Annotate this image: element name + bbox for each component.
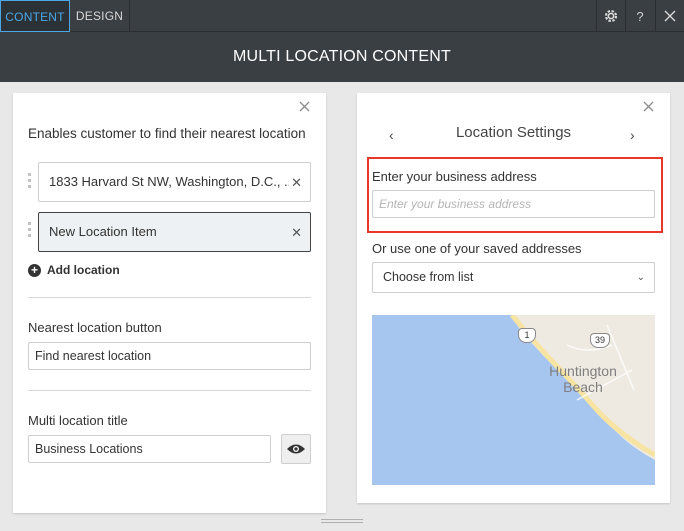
chevron-down-icon: ⌄: [636, 272, 645, 283]
remove-location-icon[interactable]: ✕: [291, 225, 302, 241]
location-item-label: New Location Item: [49, 224, 157, 239]
panel-title: Location Settings: [455, 124, 572, 141]
add-location-label: Add location: [47, 263, 120, 277]
nearest-button-label: Nearest location button: [28, 320, 162, 335]
resize-handle[interactable]: [321, 519, 363, 524]
tab-content[interactable]: CONTENT: [0, 0, 70, 32]
page-title: MULTI LOCATION CONTENT: [0, 32, 684, 82]
top-tab-bar: CONTENT DESIGN ?: [0, 0, 684, 32]
settings-button[interactable]: [596, 0, 625, 32]
question-icon: ?: [636, 8, 644, 24]
map-city-line-1: Huntington: [549, 363, 617, 379]
eye-icon: [287, 444, 305, 454]
chevron-right-icon: ›: [630, 127, 635, 143]
route-39-label: 39: [594, 335, 605, 345]
saved-addresses-select[interactable]: Choose from list ⌄: [372, 262, 655, 293]
address-label: Enter your business address: [372, 169, 537, 184]
content-panel: Enables customer to find their nearest l…: [13, 93, 326, 513]
close-window-button[interactable]: [655, 0, 684, 32]
map-image: [372, 315, 655, 485]
close-panel-button[interactable]: [641, 101, 655, 115]
gear-icon: [604, 9, 618, 23]
location-item-label: 1833 Harvard St NW, Washington, D.C., ..…: [49, 174, 289, 189]
remove-location-icon[interactable]: ✕: [291, 175, 302, 191]
divider: [28, 297, 311, 298]
next-button[interactable]: ›: [630, 127, 635, 143]
saved-addresses-label: Or use one of your saved addresses: [372, 241, 582, 256]
drag-handle-icon[interactable]: [28, 173, 32, 193]
tab-design[interactable]: DESIGN: [70, 0, 130, 32]
multi-location-title-label: Multi location title: [28, 413, 128, 428]
close-icon: [299, 101, 309, 112]
route-39-badge: 39: [590, 333, 610, 348]
close-icon: [643, 101, 653, 112]
help-button[interactable]: ?: [625, 0, 654, 32]
nearest-button-input[interactable]: Find nearest location: [28, 342, 311, 370]
plus-circle-icon: +: [28, 263, 41, 277]
select-value: Choose from list: [383, 270, 474, 284]
map-city-line-2: Beach: [563, 379, 603, 395]
panel-description: Enables customer to find their nearest l…: [28, 126, 306, 141]
route-1-label: 1: [524, 330, 530, 340]
address-input[interactable]: Enter your business address: [372, 190, 655, 218]
map[interactable]: 1 39 Huntington Beach: [372, 315, 655, 485]
map-city-label: Huntington Beach: [543, 363, 623, 395]
location-item[interactable]: 1833 Harvard St NW, Washington, D.C., ..…: [38, 162, 311, 202]
visibility-toggle-button[interactable]: [281, 434, 311, 464]
route-1-badge: 1: [518, 328, 536, 343]
add-location-button[interactable]: + Add location: [28, 263, 120, 277]
drag-handle-icon[interactable]: [28, 222, 32, 242]
location-item-selected[interactable]: New Location Item ✕: [38, 212, 311, 252]
multi-location-title-input[interactable]: Business Locations: [28, 435, 271, 463]
close-panel-button[interactable]: [297, 101, 311, 115]
location-settings-panel: ‹ Location Settings › Enter your busines…: [357, 93, 670, 503]
close-icon: [664, 10, 676, 22]
divider: [28, 390, 311, 391]
